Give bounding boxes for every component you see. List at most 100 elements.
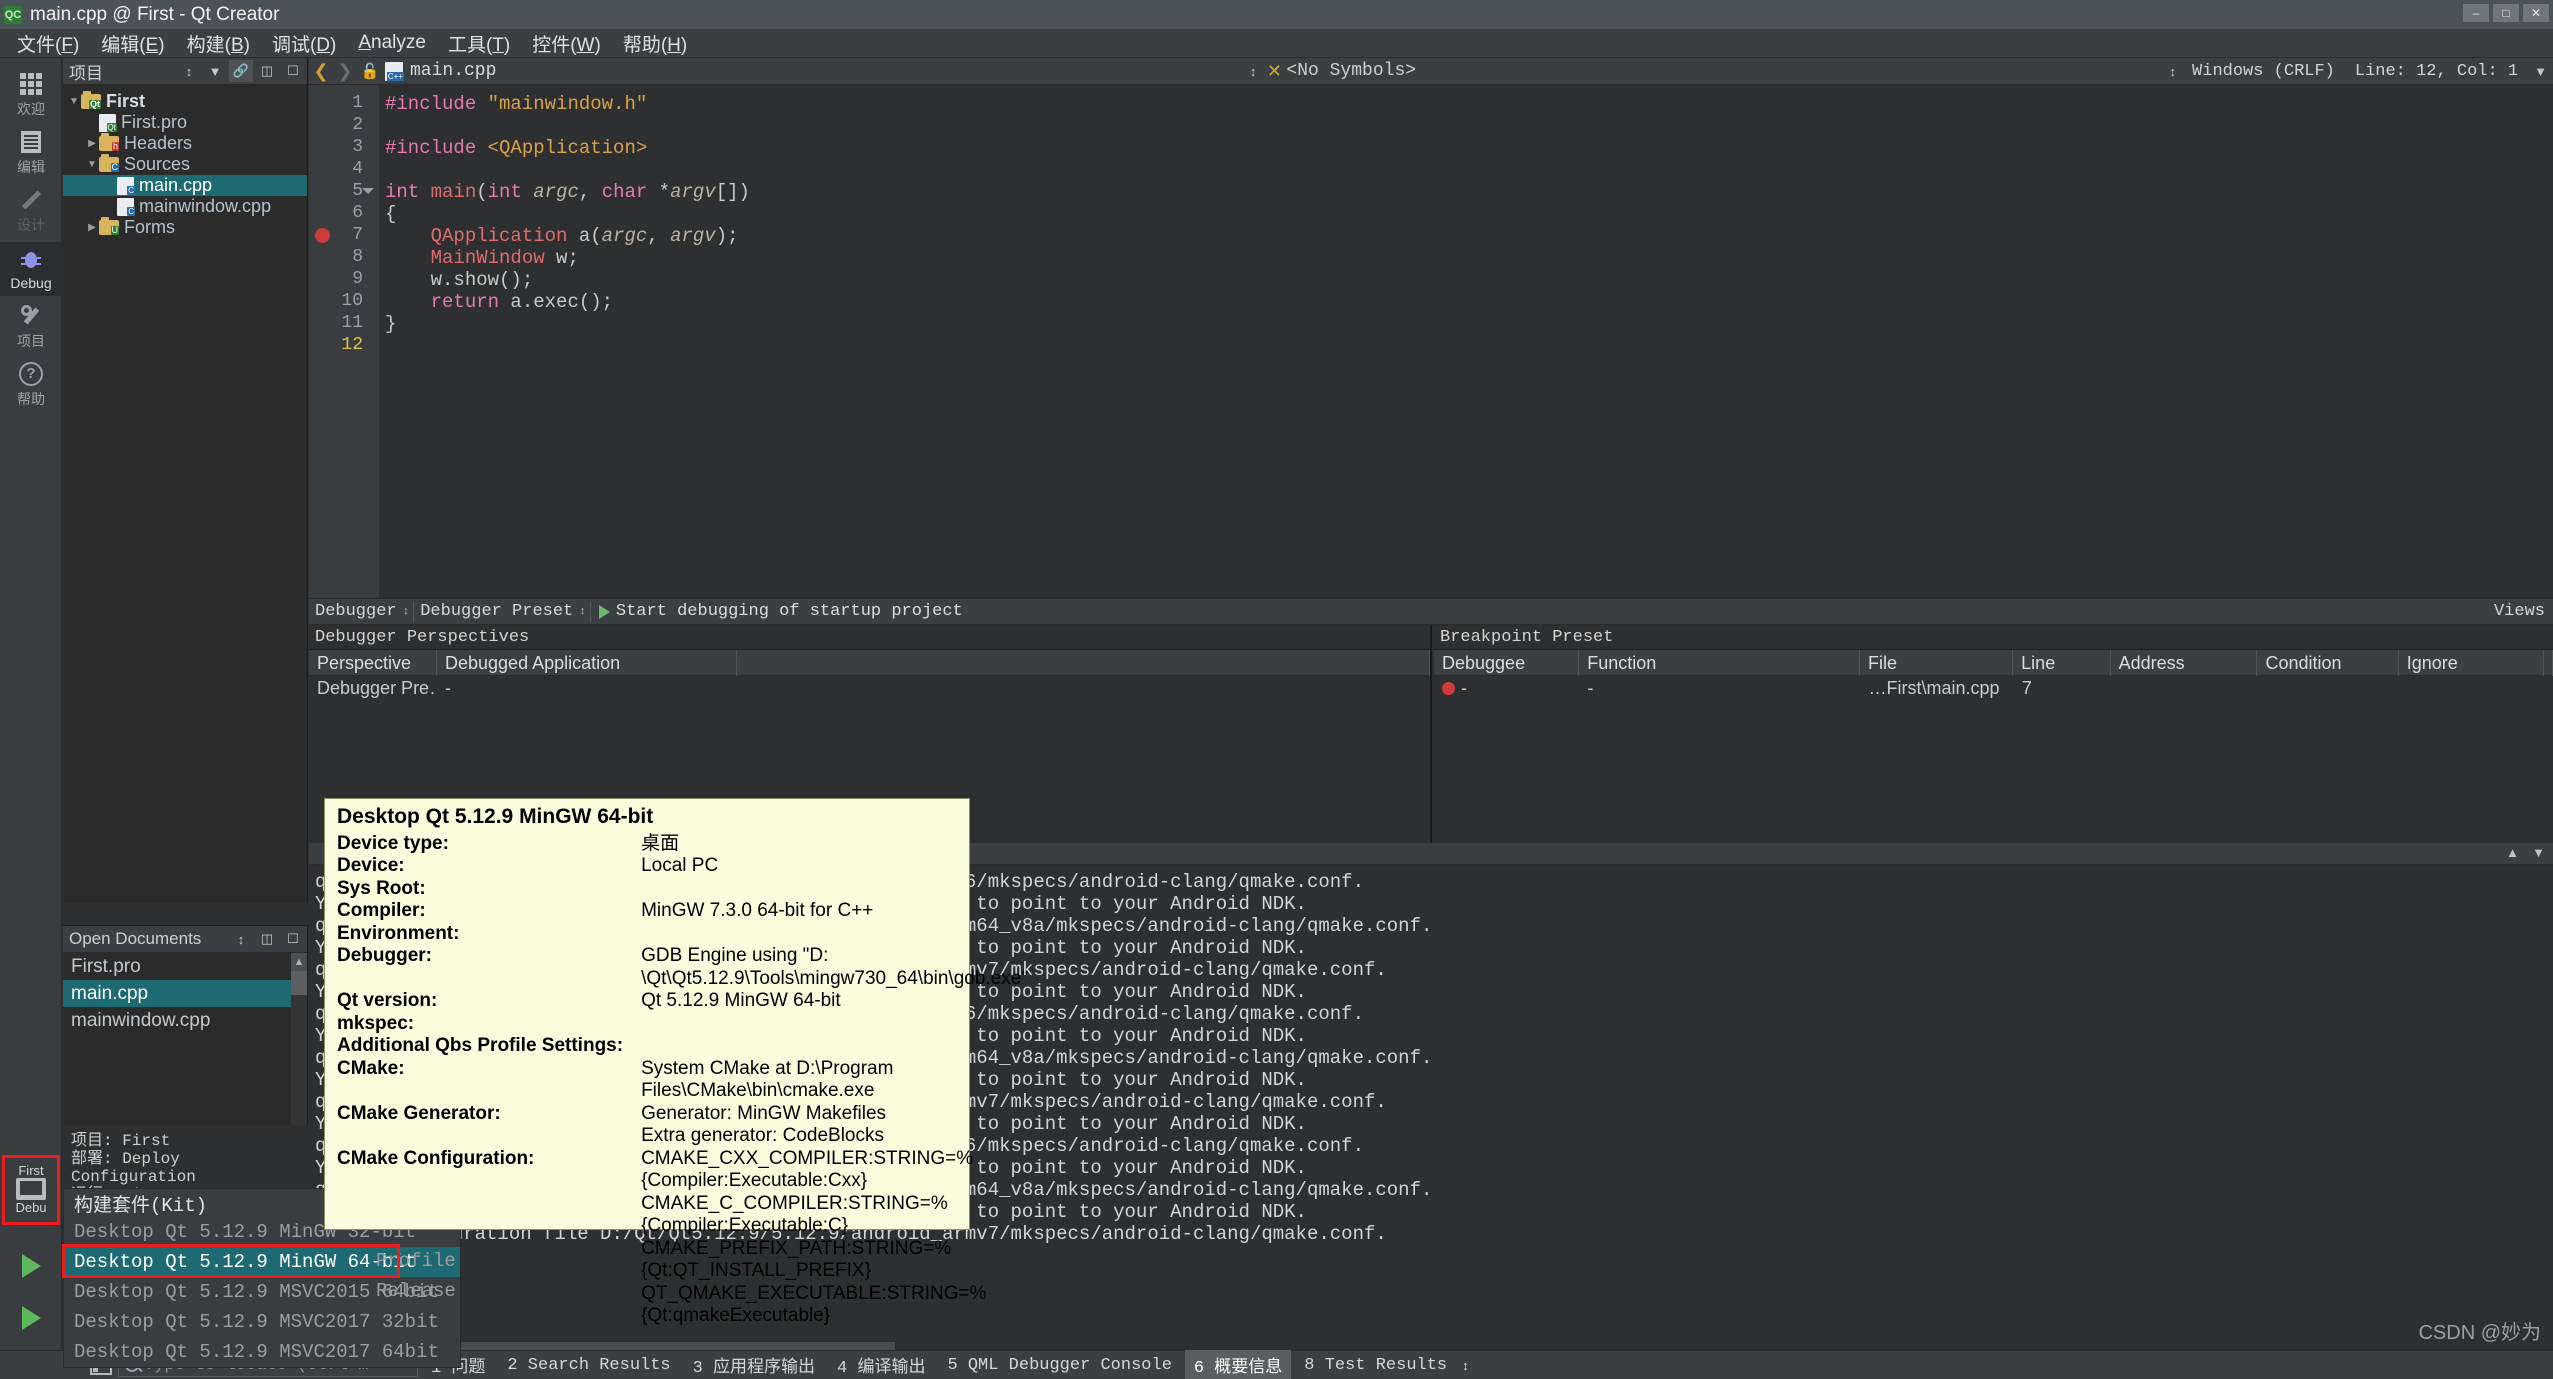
code-line-10[interactable]: return a.exec(); — [379, 291, 2553, 313]
back-arrow-icon[interactable]: ❮ — [309, 61, 333, 82]
mode-item-Debug[interactable]: Debug — [0, 242, 62, 296]
tree-item-mainwindow.cpp[interactable]: Cmainwindow.cpp — [63, 196, 307, 217]
project-tree[interactable]: ▼ Qt First Qt First.pro ▶ h Headers ▼ C Sources Cma… — [63, 85, 307, 238]
line-number-6[interactable]: 6 — [309, 203, 379, 225]
editor-filename[interactable]: main.cpp — [410, 61, 496, 81]
chevron-down-icon[interactable]: ▼ — [85, 159, 99, 170]
menu-item-4[interactable]: Analyze — [347, 30, 437, 56]
line-number-1[interactable]: 1 — [309, 93, 379, 115]
bp-column-Function[interactable]: Function — [1579, 649, 1860, 676]
bp-column-Condition[interactable]: Condition — [2257, 649, 2399, 676]
start-debug-label[interactable]: Start debugging of startup project — [610, 602, 963, 621]
output-pane-button-1[interactable]: 2 Search Results — [498, 1354, 679, 1377]
line-number-10[interactable]: 10 — [309, 291, 379, 313]
sort-icon[interactable]: ↕ — [229, 928, 253, 950]
chevron-right-icon[interactable]: ▶ — [85, 138, 99, 149]
run-button[interactable] — [0, 1240, 62, 1292]
mode-item-欢迎[interactable]: 欢迎 — [0, 68, 62, 122]
tree-item-First.pro[interactable]: Qt First.pro — [63, 112, 307, 133]
menu-item-2[interactable]: 构建(B) — [176, 28, 261, 59]
debugger-perspectives-rows[interactable]: Debugger Pre… - — [309, 676, 1430, 700]
close-file-icon[interactable]: ✕ — [1262, 61, 1286, 82]
open-document-main.cpp[interactable]: main.cpp — [63, 980, 307, 1007]
output-pane-button-5[interactable]: 6 概要信息 — [1184, 1350, 1292, 1379]
chevron-up-icon[interactable]: ▲ — [2506, 845, 2519, 860]
code-line-5[interactable]: int main(int argc, char *argv[]) — [379, 181, 2553, 203]
filter-icon[interactable]: ▼ — [203, 60, 227, 82]
maximize-button[interactable]: □ — [2493, 4, 2519, 22]
chevron-down-icon[interactable]: ▼ — [67, 96, 81, 107]
minimize-button[interactable]: – — [2463, 4, 2489, 22]
kit-selector-button[interactable]: First Debu — [8, 1163, 54, 1217]
bp-column-Debuggee[interactable]: Debuggee — [1434, 649, 1580, 676]
chevron-down-icon[interactable]: ▼ — [2532, 845, 2545, 860]
split-icon[interactable]: ◫ — [255, 60, 279, 82]
line-number-5[interactable]: 5 — [309, 181, 379, 203]
code-line-1[interactable]: #include "mainwindow.h" — [379, 93, 2553, 115]
output-pane-button-3[interactable]: 4 编译输出 — [828, 1350, 934, 1379]
line-number-12[interactable]: 12 — [309, 335, 379, 357]
mode-item-项目[interactable]: 项目 — [0, 300, 62, 354]
line-number-9[interactable]: 9 — [309, 269, 379, 291]
breakpoint-marker-icon[interactable] — [315, 228, 330, 243]
file-dropdown-icon[interactable]: ↕ — [1244, 64, 1263, 79]
tree-item-Sources[interactable]: ▼ C Sources — [63, 154, 307, 175]
column-perspective[interactable]: Perspective — [309, 649, 437, 676]
tree-item-Headers[interactable]: ▶ h Headers — [63, 133, 307, 154]
menu-item-3[interactable]: 调试(D) — [261, 28, 347, 59]
open-documents-list[interactable]: First.pro main.cpp mainwindow.cpp — [63, 953, 307, 1034]
bp-column-Address[interactable]: Address — [2111, 649, 2258, 676]
close-button[interactable]: ✕ — [2523, 4, 2549, 22]
code-line-11[interactable]: } — [379, 313, 2553, 335]
unlock-icon[interactable]: 🔓 — [357, 62, 383, 80]
open-documents-scrollbar[interactable]: ▲ — [291, 953, 307, 1125]
open-document-mainwindow.cpp[interactable]: mainwindow.cpp — [63, 1007, 307, 1034]
menu-item-7[interactable]: 帮助(H) — [612, 28, 698, 59]
column-debugged-application[interactable]: Debugged Application — [437, 649, 737, 676]
code-line-3[interactable]: #include <QApplication> — [379, 137, 2553, 159]
code-line-12[interactable] — [379, 335, 2553, 357]
line-number-3[interactable]: 3 — [309, 137, 379, 159]
close-split-icon[interactable]: ☐ — [281, 60, 305, 82]
chevron-right-icon[interactable]: ▶ — [85, 222, 99, 233]
scroll-up-icon[interactable]: ▲ — [291, 953, 307, 971]
code-text[interactable]: #include "mainwindow.h" #include <QAppli… — [379, 85, 2553, 598]
window-controls[interactable]: – □ ✕ — [2463, 4, 2549, 22]
forward-arrow-icon[interactable]: ❯ — [333, 61, 357, 82]
mode-item-帮助[interactable]: ? 帮助 — [0, 358, 62, 412]
scrollbar-thumb[interactable] — [291, 971, 307, 995]
tree-item-main.cpp[interactable]: Cmain.cpp — [63, 175, 307, 196]
line-number-7[interactable]: 7 — [309, 225, 379, 247]
bp-column-Ignore[interactable]: Ignore — [2399, 649, 2544, 676]
symbol-selector[interactable]: <No Symbols> — [1286, 61, 1416, 81]
code-area[interactable]: 1 2 3 4 5 6 7 8 9 10 11 12 #include "mainwindow.h" … — [309, 85, 2553, 598]
line-number-4[interactable]: 4 — [309, 159, 379, 181]
output-pane-button-4[interactable]: 5 QML Debugger Console — [938, 1354, 1180, 1377]
line-number-11[interactable]: 11 — [309, 313, 379, 335]
mode-item-编辑[interactable]: 编辑 — [0, 126, 62, 180]
perspective-row[interactable]: Debugger Pre… - — [309, 676, 1430, 700]
sort-icon[interactable]: ↕ — [177, 60, 201, 82]
code-line-2[interactable] — [379, 115, 2553, 137]
debugger-mode-selector[interactable]: Debugger ↕ — [309, 602, 413, 621]
open-document-First.pro[interactable]: First.pro — [63, 953, 307, 980]
menu-item-5[interactable]: 工具(T) — [437, 28, 521, 59]
debug-button[interactable] — [0, 1292, 62, 1344]
menu-item-6[interactable]: 控件(W) — [521, 28, 612, 59]
updown-icon[interactable]: ↕ — [1456, 1358, 1469, 1373]
close-split-icon[interactable]: ☐ — [281, 928, 305, 950]
output-pane-button-6[interactable]: 8 Test Results — [1295, 1354, 1456, 1377]
line-number-gutter[interactable]: 1 2 3 4 5 6 7 8 9 10 11 12 — [309, 85, 379, 598]
editor-more-icon[interactable]: ▼ — [2528, 64, 2553, 79]
output-pane-button-2[interactable]: 3 应用程序输出 — [684, 1350, 824, 1379]
menu-item-1[interactable]: 编辑(E) — [90, 28, 175, 59]
line-ending-selector[interactable]: Windows (CRLF) — [2182, 62, 2345, 81]
link-icon[interactable]: 🔗 — [229, 60, 253, 82]
code-line-4[interactable] — [379, 159, 2553, 181]
debugger-preset-selector[interactable]: Debugger Preset ↕ — [414, 602, 590, 621]
bp-column-File[interactable]: File — [1860, 649, 2014, 676]
menu-item-0[interactable]: 文件(F) — [6, 28, 90, 59]
kit-option-4[interactable]: Desktop Qt 5.12.9 MSVC2017 64bit — [64, 1337, 460, 1367]
tree-item-Forms[interactable]: ▶ U Forms — [63, 217, 307, 238]
symbol-dropdown-icon[interactable]: ↕ — [2164, 64, 2183, 79]
